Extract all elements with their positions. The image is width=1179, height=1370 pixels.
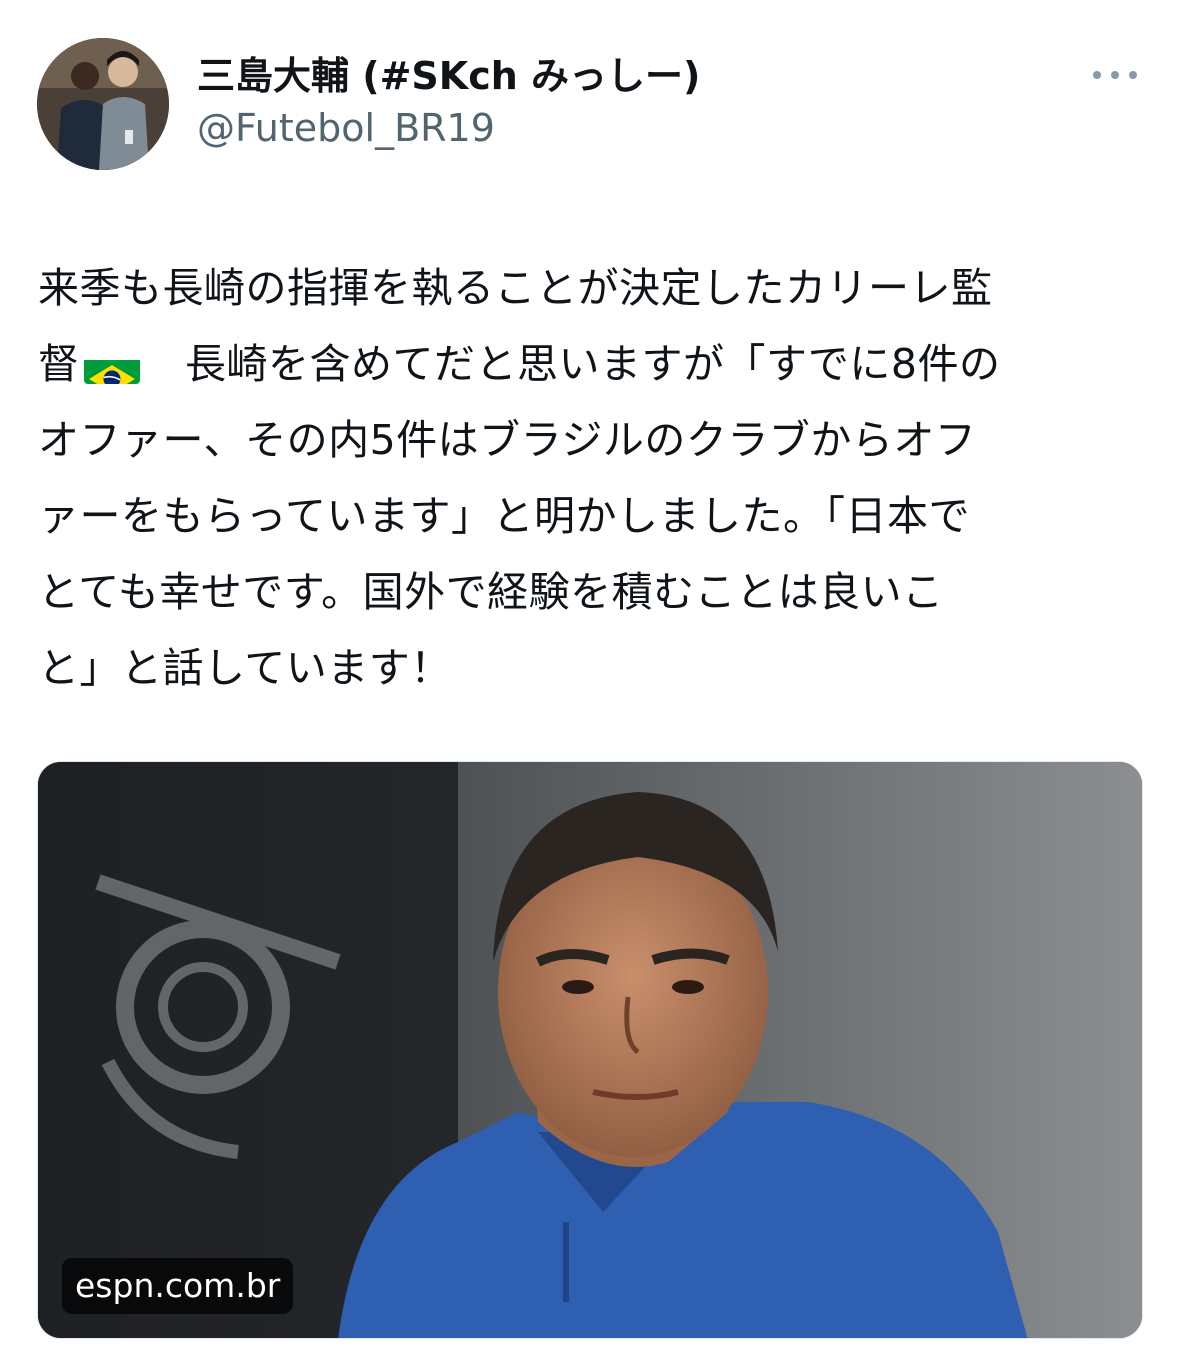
author-block: 三島大輔 (#SKch みっしー) @Futebol_BR19 [197,50,700,154]
media-photo [38,762,1142,1338]
tweet-line: と」と話しています！ [38,644,452,692]
tweet-text: 来季も長崎の指揮を執ることが決定したカリーレ監 督 長崎を含めてだと思いますが「… [38,250,1148,706]
tweet-line-prefix: 督 [38,340,80,388]
display-name[interactable]: 三島大輔 (#SKch みっしー) [197,50,700,102]
brazil-flag-icon [83,346,140,384]
dot-icon [1093,71,1101,79]
source-badge[interactable]: espn.com.br [62,1258,294,1314]
dot-icon [1111,71,1119,79]
dot-icon [1129,71,1137,79]
tweet-line: ァーをもらっています」と明かしました。「日本で [38,492,970,540]
tweet-line: 来季も長崎の指揮を執ることが決定したカリーレ監 [38,264,993,312]
tweet-line-with-flag: 督 長崎を含めてだと思いますが「すでに8件の [38,326,1148,402]
avatar[interactable] [37,38,169,170]
more-horizontal-icon[interactable] [1090,60,1140,90]
tweet-media[interactable]: espn.com.br [37,761,1143,1339]
tweet-line: オファー、その内5件はブラジルのクラブからオフ [38,416,977,464]
handle[interactable]: @Futebol_BR19 [197,102,700,154]
tweet-line-rest: 長崎を含めてだと思いますが「すでに8件の [185,340,1001,388]
avatar-photo [37,38,169,170]
tweet-line: とても幸せです。国外で経験を積むことは良いこ [38,568,944,616]
